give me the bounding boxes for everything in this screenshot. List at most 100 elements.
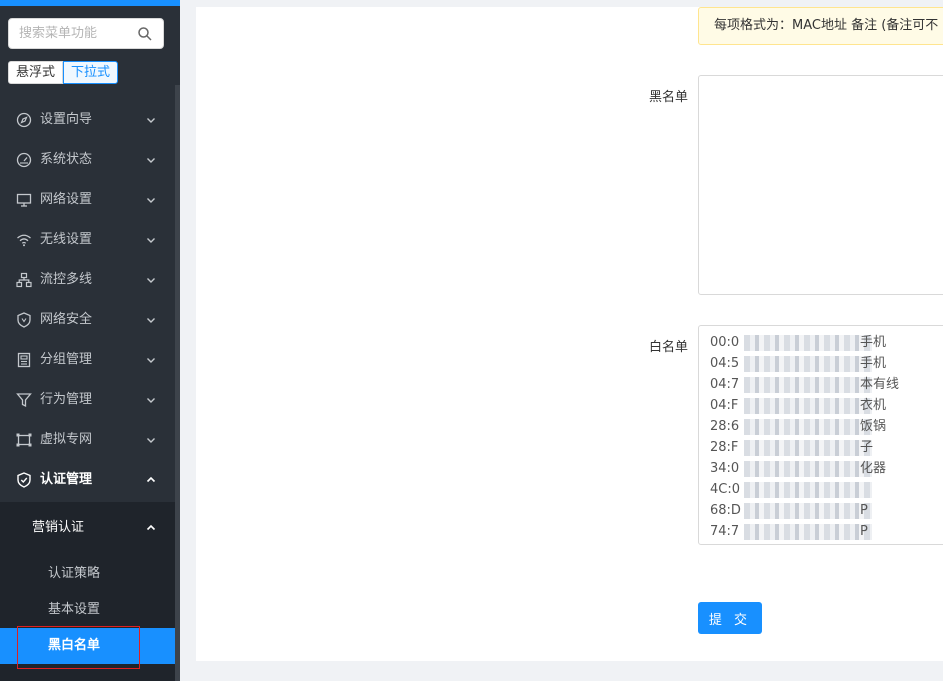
whitelist-line: 28:F 子	[710, 437, 873, 458]
chevron-down-icon	[147, 118, 155, 123]
redacted-mosaic	[744, 419, 872, 435]
chevron-down-icon	[147, 198, 155, 203]
monitor-icon	[16, 193, 32, 207]
whitelist-mac-prefix: 4C:0	[710, 482, 740, 497]
menu-item-label: 网络安全	[40, 312, 93, 327]
whitelist-line: 68:D P	[710, 500, 872, 521]
network-tree-icon	[16, 272, 32, 288]
chevron-up-icon	[146, 524, 156, 531]
whitelist-remark-suffix: 饭锅	[860, 419, 887, 434]
submenu-group-label: 营销认证	[32, 520, 85, 535]
redacted-mosaic	[744, 503, 872, 519]
sidebar: 悬浮式 下拉式 设置向导 系统状态 网络设置 无线设置 流控多线 网络安全 分组…	[0, 0, 180, 681]
redacted-mosaic	[744, 524, 872, 540]
chevron-down-icon	[147, 358, 155, 363]
whitelist-line: 28:6 饭锅	[710, 416, 886, 437]
chevron-down-icon	[147, 278, 155, 283]
whitelist-remark-suffix: P	[860, 524, 868, 539]
redacted-mosaic	[744, 440, 872, 456]
menu-item-network-security[interactable]: 网络安全	[0, 300, 175, 340]
menu-item-setup-wizard[interactable]: 设置向导	[0, 100, 175, 140]
float-mode-button[interactable]: 悬浮式	[8, 61, 64, 84]
menu-item-vpn[interactable]: 虚拟专网	[0, 420, 175, 460]
whitelist-label: 白名单	[648, 340, 688, 355]
chevron-down-icon	[147, 438, 155, 443]
whitelist-remark-suffix: 手机	[860, 335, 887, 350]
whitelist-mac-prefix: 28:6	[710, 419, 740, 434]
whitelist-remark-suffix: 本有线	[860, 377, 900, 392]
whitelist-line: 04:F 衣机	[710, 395, 886, 416]
submenu-item-label: 基本设置	[48, 602, 101, 617]
menu-item-label: 系统状态	[40, 152, 93, 167]
chevron-down-icon	[147, 158, 155, 163]
redacted-mosaic	[744, 461, 872, 477]
chevron-down-icon	[147, 238, 155, 243]
blacklist-textarea[interactable]	[698, 75, 943, 295]
menu-item-auth-management[interactable]: 认证管理	[0, 460, 175, 500]
menu-item-label: 设置向导	[40, 112, 93, 127]
menu-mode-toggle: 悬浮式 下拉式	[8, 61, 119, 84]
menu-item-flow-control[interactable]: 流控多线	[0, 260, 175, 300]
submenu-group-marketing-auth[interactable]: 营销认证	[0, 510, 175, 546]
wifi-icon	[17, 234, 31, 247]
whitelist-mac-prefix: 04:5	[710, 356, 740, 371]
whitelist-line: 34:0 化器	[710, 458, 886, 479]
menu-item-system-status[interactable]: 系统状态	[0, 140, 175, 180]
submenu-item-label: 认证策略	[48, 566, 101, 581]
chevron-up-icon	[146, 476, 156, 483]
sidebar-top-accent	[0, 0, 180, 6]
menu-search-box[interactable]	[8, 18, 164, 49]
menu-item-network-settings[interactable]: 网络设置	[0, 180, 175, 220]
whitelist-line: 00:0 手机	[710, 332, 886, 353]
submenu-item-auth-policy[interactable]: 认证策略	[0, 556, 175, 592]
menu-item-group-management[interactable]: 分组管理	[0, 340, 175, 380]
whitelist-line: 04:5 手机	[710, 353, 886, 374]
whitelist-remark-suffix: 子	[860, 440, 874, 455]
sidebar-scrollbar[interactable]	[175, 85, 180, 681]
compass-icon	[16, 112, 32, 128]
format-notice: 每项格式为：MAC地址 备注 (备注可不	[698, 7, 943, 45]
whitelist-line: 74:7 P	[710, 521, 872, 542]
whitelist-mac-prefix: 68:D	[710, 503, 741, 518]
redacted-mosaic	[744, 377, 872, 393]
whitelist-line: 04:7 本有线	[710, 374, 899, 395]
menu-item-label: 认证管理	[40, 472, 93, 487]
redacted-mosaic	[744, 482, 872, 498]
menu-item-wireless-settings[interactable]: 无线设置	[0, 220, 175, 260]
menu-item-behavior-management[interactable]: 行为管理	[0, 380, 175, 420]
whitelist-remark-suffix: P	[860, 503, 868, 518]
menu-item-label: 虚拟专网	[40, 432, 93, 447]
group-icon	[17, 352, 31, 368]
filter-icon	[16, 393, 32, 408]
whitelist-mac-prefix: 00:0	[710, 335, 740, 350]
submenu-item-basic-settings[interactable]: 基本设置	[0, 592, 175, 628]
highlight-box	[17, 626, 140, 669]
menu-search-input[interactable]	[19, 19, 139, 48]
vpn-icon	[16, 433, 32, 447]
chevron-down-icon	[147, 398, 155, 403]
menu-item-label: 网络设置	[40, 192, 93, 207]
gauge-icon	[16, 152, 32, 168]
submit-button[interactable]: 提 交	[698, 602, 762, 634]
whitelist-remark-suffix: 手机	[860, 356, 887, 371]
whitelist-mac-prefix: 28:F	[710, 440, 739, 455]
whitelist-mac-prefix: 04:7	[710, 377, 740, 392]
dropdown-mode-button[interactable]: 下拉式	[63, 61, 119, 84]
whitelist-mac-prefix: 34:0	[710, 461, 740, 476]
menu-item-label: 分组管理	[40, 352, 93, 367]
whitelist-entries: 00:0 手机 04:5 手机 04:7 本有线 04:F 衣机 28:6 饭锅 28:F 子 34:0…	[710, 332, 899, 542]
whitelist-textarea[interactable]: 00:0 手机 04:5 手机 04:7 本有线 04:F 衣机 28:6 饭锅 28:F 子 34:0…	[698, 325, 943, 545]
whitelist-line: 4C:0	[710, 479, 872, 500]
whitelist-mac-prefix: 04:F	[710, 398, 739, 413]
shield-check-icon	[17, 472, 31, 488]
menu-item-label: 无线设置	[40, 232, 93, 247]
menu-item-label: 行为管理	[40, 392, 93, 407]
menu-item-label: 流控多线	[40, 272, 93, 287]
whitelist-remark-suffix: 衣机	[860, 398, 887, 413]
chevron-down-icon	[147, 318, 155, 323]
search-icon[interactable]	[137, 26, 153, 42]
whitelist-remark-suffix: 化器	[860, 461, 887, 476]
redacted-mosaic	[744, 398, 872, 414]
redacted-mosaic	[744, 335, 872, 351]
shield-icon	[17, 312, 31, 328]
